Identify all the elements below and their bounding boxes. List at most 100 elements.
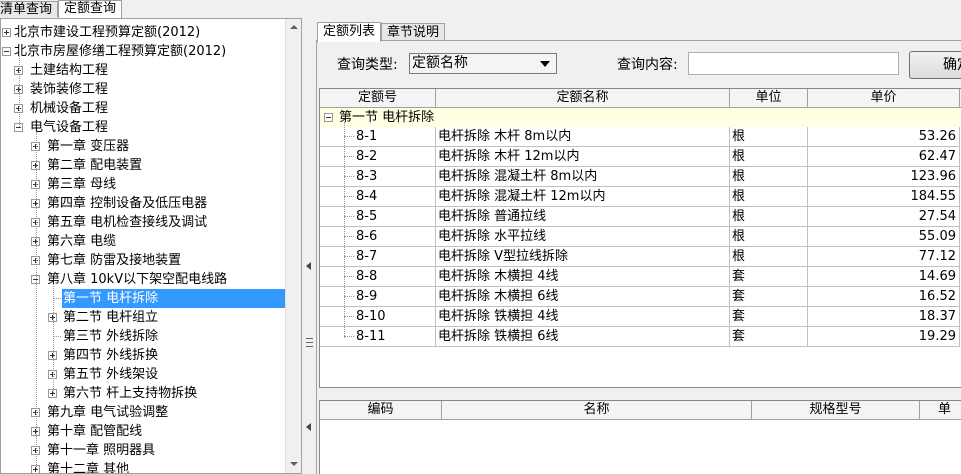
- tree-item[interactable]: 第四节 外线拆换: [1, 346, 285, 365]
- row-connector-line: [344, 296, 354, 297]
- tree-item[interactable]: 第十章 配管配线: [1, 422, 285, 441]
- minus-box-icon[interactable]: [2, 47, 11, 56]
- table-row[interactable]: 8-7 电杆拆除 V型拉线拆除根 77.12: [320, 247, 961, 267]
- cell-name: 电杆拆除 水平拉线: [436, 227, 730, 247]
- grip-lines-icon[interactable]: [306, 338, 313, 347]
- tree-item-label: 北京市房屋修缮工程预算定额(2012): [14, 44, 227, 59]
- table-row[interactable]: 8-6 电杆拆除 水平拉线根 55.09: [320, 227, 961, 247]
- cell-price: 184.55: [808, 187, 960, 207]
- cell-price: 18.37: [808, 307, 960, 327]
- cell-name: 电杆拆除 混凝土杆 12m以内: [436, 187, 730, 207]
- scroll-down-arrow-icon[interactable]: [286, 456, 301, 473]
- tree-guide-line: [19, 56, 20, 127]
- tree-item[interactable]: 第九章 电气试验调整: [1, 403, 285, 422]
- tree-item[interactable]: 北京市房屋修缮工程预算定额(2012): [1, 42, 285, 61]
- cell-unit: 套: [730, 287, 808, 307]
- tree-item[interactable]: 机械设备工程: [1, 99, 285, 118]
- cell-unit: 套: [730, 327, 808, 347]
- tree-item[interactable]: 第五节 外线架设: [1, 365, 285, 384]
- tab-quota-query[interactable]: 定额查询: [58, 0, 123, 18]
- tree-item-label: 第一节 电杆拆除: [62, 289, 285, 308]
- cell-unit: 根: [730, 127, 808, 147]
- tree-item[interactable]: 第十一章 照明器具: [1, 441, 285, 460]
- table-row[interactable]: 8-10 电杆拆除 铁横担 4线套 18.37: [320, 307, 961, 327]
- table-row[interactable]: 8-5 电杆拆除 普通拉线根 27.54: [320, 207, 961, 227]
- col-header-code[interactable]: 定额号: [320, 89, 436, 108]
- cell-code: 8-3: [320, 167, 436, 187]
- scroll-up-arrow-icon[interactable]: [286, 19, 301, 36]
- tree-item[interactable]: 第十二章 其他: [1, 460, 285, 473]
- tree-item[interactable]: 土建结构工程: [1, 61, 285, 80]
- group-row[interactable]: 第一节 电杆拆除: [320, 108, 961, 127]
- tab-section-notes[interactable]: 章节说明: [381, 23, 446, 41]
- cell-name: 电杆拆除 V型拉线拆除: [436, 247, 730, 267]
- cell-code: 8-2: [320, 147, 436, 167]
- cell-unit: 套: [730, 267, 808, 287]
- tree-item-label: 第六节 杆上支持物拆换: [63, 386, 198, 401]
- row-connector-line: [344, 156, 354, 157]
- tree-item[interactable]: 第五章 电机检查接线及调试: [1, 213, 285, 232]
- table-row[interactable]: 8-11 电杆拆除 铁横担 6线套 19.29: [320, 327, 961, 347]
- cell-code: 8-8: [320, 267, 436, 287]
- tree-item[interactable]: 第四章 控制设备及低压电器: [1, 194, 285, 213]
- tree-item[interactable]: 电气设备工程: [1, 118, 285, 137]
- tree-item[interactable]: 第七章 防雷及接地装置: [1, 251, 285, 270]
- tree-item-label: 机械设备工程: [30, 101, 109, 116]
- table-row[interactable]: 8-3 电杆拆除 混凝土杆 8m以内根 123.96: [320, 167, 961, 187]
- col-header-material-name[interactable]: 名称: [442, 401, 752, 420]
- panel-splitter[interactable]: [303, 18, 315, 474]
- top-tab-strip: 清单查询 定额查询: [0, 0, 123, 18]
- col-header-unit-partial[interactable]: 单: [920, 401, 961, 420]
- tree-vertical-scrollbar[interactable]: [285, 19, 301, 473]
- plus-box-icon[interactable]: [2, 28, 11, 37]
- tree-item[interactable]: 第八章 10kV以下架空配电线路: [1, 270, 285, 289]
- tree-guide-line: [36, 132, 37, 469]
- cell-unit: 套: [730, 307, 808, 327]
- cell-name: 电杆拆除 混凝土杆 8m以内: [436, 167, 730, 187]
- group-row-label: 第一节 电杆拆除: [339, 110, 435, 125]
- tree-item-label: 第四章 控制设备及低压电器: [47, 196, 208, 211]
- tree-item[interactable]: 第二章 配电装置: [1, 156, 285, 175]
- col-header-unit[interactable]: 单位: [730, 89, 808, 108]
- col-header-spec-model[interactable]: 规格型号: [752, 401, 920, 420]
- chevron-left-icon[interactable]: [306, 423, 311, 431]
- tree-item-label: 第八章 10kV以下架空配电线路: [47, 272, 228, 287]
- confirm-button[interactable]: 确定: [909, 51, 961, 79]
- tree-item[interactable]: 第六章 电缆: [1, 232, 285, 251]
- table-row[interactable]: 8-8 电杆拆除 木横担 4线套 14.69: [320, 267, 961, 287]
- table-row[interactable]: 8-4 电杆拆除 混凝土杆 12m以内根 184.55: [320, 187, 961, 207]
- quota-tree-panel: 北京市建设工程预算定额(2012) 北京市房屋修缮工程预算定额(2012) 土建结构…: [0, 18, 302, 474]
- tree-item[interactable]: 第二节 电杆组立: [1, 308, 285, 327]
- col-header-material-code[interactable]: 编码: [320, 401, 442, 420]
- tree-item[interactable]: 第六节 杆上支持物拆换: [1, 384, 285, 403]
- minus-box-icon[interactable]: [324, 113, 333, 122]
- tree-item[interactable]: 第一节 电杆拆除: [1, 289, 285, 308]
- chevron-left-icon[interactable]: [306, 262, 311, 270]
- tree-item[interactable]: 第一章 变压器: [1, 137, 285, 156]
- col-header-price[interactable]: 单价: [808, 89, 960, 108]
- cell-price: 19.29: [808, 327, 960, 347]
- query-type-label: 查询类型:: [337, 57, 398, 73]
- cell-unit: 根: [730, 247, 808, 267]
- row-connector-line: [344, 336, 354, 337]
- tree-item[interactable]: 第三章 母线: [1, 175, 285, 194]
- tree-item-label: 第六章 电缆: [47, 234, 117, 249]
- cell-unit: 根: [730, 187, 808, 207]
- tab-bill-query[interactable]: 清单查询: [0, 1, 59, 17]
- cell-name: 电杆拆除 普通拉线: [436, 207, 730, 227]
- tree-item[interactable]: 北京市建设工程预算定额(2012): [1, 23, 285, 42]
- table-row[interactable]: 8-2 电杆拆除 木杆 12m以内根 62.47: [320, 147, 961, 167]
- table-row[interactable]: 8-9 电杆拆除 木横担 6线套 16.52: [320, 287, 961, 307]
- cell-code: 8-10: [320, 307, 436, 327]
- tree-item[interactable]: 第三节 外线拆除: [1, 327, 285, 346]
- cell-name: 电杆拆除 木杆 12m以内: [436, 147, 730, 167]
- right-tab-strip: 定额列表 章节说明: [317, 21, 446, 42]
- table-row[interactable]: 8-1 电杆拆除 木杆 8m以内根 53.26: [320, 127, 961, 147]
- cell-price: 14.69: [808, 267, 960, 287]
- cell-unit: 根: [730, 167, 808, 187]
- col-header-name[interactable]: 定额名称: [436, 89, 730, 108]
- tab-quota-list[interactable]: 定额列表: [317, 22, 382, 42]
- tree-item[interactable]: 装饰装修工程: [1, 80, 285, 99]
- query-type-select[interactable]: 定额名称: [409, 53, 557, 74]
- query-content-input[interactable]: [688, 52, 899, 75]
